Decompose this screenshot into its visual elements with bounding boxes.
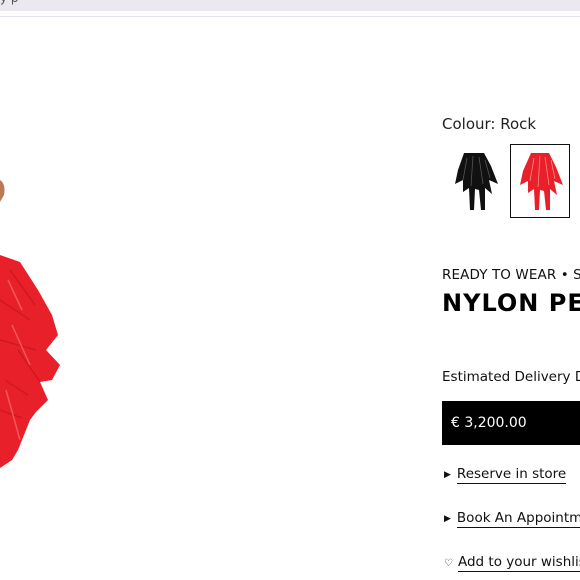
add-to-bag-button[interactable]: € 3,200.00 [442,401,580,445]
colour-label: Colour: Rock [442,115,537,133]
product-category: READY TO WEAR • S [442,267,580,283]
price-value: € 3,200.00 [451,415,527,431]
triangle-right-icon: ▶ [444,470,451,480]
book-appointment-link[interactable]: ▶ Book An Appointme [444,510,580,528]
product-image [0,180,60,468]
top-bar-text: y p [0,0,19,5]
browser-top-bar: y p [0,0,580,11]
estimated-delivery-label: Estimated Delivery Da [442,369,580,385]
reserve-in-store-link[interactable]: ▶ Reserve in store [444,466,567,484]
swatch-red[interactable] [510,144,570,218]
top-divider [0,16,580,17]
triangle-right-icon: ▶ [444,514,451,524]
swatch-black[interactable] [445,144,503,217]
add-to-wishlist-label: Add to your wishlist [457,554,580,572]
reserve-in-store-label: Reserve in store [456,466,567,484]
book-appointment-label: Book An Appointme [456,510,580,528]
heart-icon: ♡ [444,557,453,569]
product-title: NYLON PET [442,289,580,317]
add-to-wishlist-link[interactable]: ♡ Add to your wishlist [444,554,580,572]
